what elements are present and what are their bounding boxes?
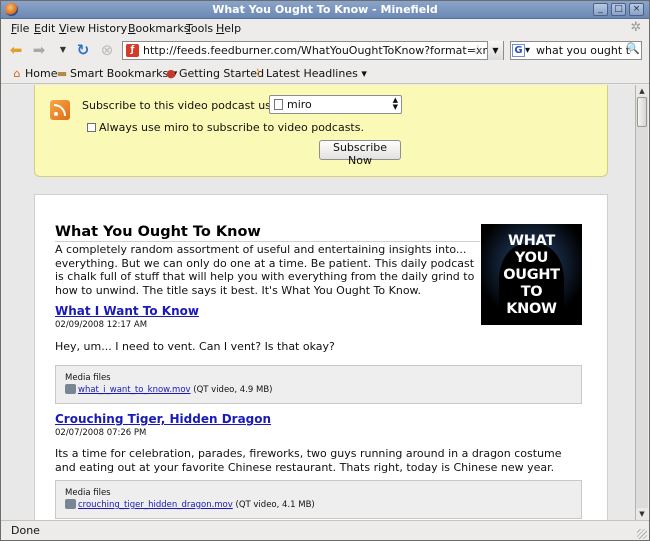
menu-history[interactable]: History <box>88 22 127 35</box>
reload-icon[interactable]: ↻ <box>73 41 93 59</box>
home-icon: ⌂ <box>13 67 21 80</box>
vertical-scrollbar[interactable]: ▲ ▼ <box>635 85 648 520</box>
always-use-checkbox[interactable]: Always use miro to subscribe to video po… <box>87 121 364 134</box>
search-input[interactable] <box>536 43 631 58</box>
checkbox-box[interactable] <box>87 123 96 132</box>
entry-body: Its a time for celebration, parades, fir… <box>55 447 562 474</box>
artwork-line-1: WHAT <box>508 233 555 249</box>
url-dropdown-icon[interactable]: ▼ <box>487 41 503 60</box>
menu-bookmarks[interactable]: Bookmarks <box>128 22 189 35</box>
select-spinner-icon: ▲ ▼ <box>392 96 398 111</box>
media-file-info: (QT video, 4.1 MB) <box>235 500 315 510</box>
resize-grip-icon[interactable] <box>637 529 647 539</box>
status-text: Done <box>11 524 40 537</box>
page-content: Subscribe to this video podcast using mi… <box>2 85 635 520</box>
bookmark-smart-bookmarks[interactable]: ▬ Smart Bookmarks ▾ <box>56 67 177 80</box>
search-engine-selector[interactable]: G ▾ <box>512 43 534 58</box>
media-files-box: Media files crouching_tiger_hidden_drago… <box>55 480 582 519</box>
entry-title-link[interactable]: What I Want To Know <box>55 304 199 318</box>
bookmark-latest-headlines[interactable]: ⌇ Latest Headlines ▾ <box>252 67 367 80</box>
close-button[interactable]: × <box>629 3 644 16</box>
forward-arrow-icon[interactable]: ➡ <box>29 41 49 59</box>
media-file-info: (QT video, 4.9 MB) <box>193 385 273 395</box>
bookmark-star-icon[interactable]: ☆ <box>472 43 484 58</box>
scroll-down-icon[interactable]: ▼ <box>636 508 648 520</box>
feed-description: A completely random assortment of useful… <box>55 243 475 297</box>
podcast-artwork: WHAT YOU OUGHT TO KNOW <box>481 224 582 325</box>
folder-icon: ▬ <box>56 67 68 80</box>
artwork-line-2: YOU <box>514 250 549 266</box>
search-icon[interactable]: 🔍 <box>626 42 640 55</box>
url-text: http://feeds.feedburner.com/WhatYouOught… <box>143 44 497 57</box>
media-files-label: Media files <box>65 373 111 383</box>
artwork-line-3: OUGHT <box>503 267 560 283</box>
media-file-link[interactable]: crouching_tiger_hidden_dragon.mov <box>78 500 233 510</box>
artwork-line-5: KNOW <box>506 301 557 317</box>
media-files-label: Media files <box>65 488 111 498</box>
navigation-toolbar: ⬅ ➡ ▼ ↻ ⊗ ƒ http://feeds.feedburner.com/… <box>1 38 649 62</box>
scroll-up-icon[interactable]: ▲ <box>636 85 648 97</box>
menu-bar: File Edit View History Bookmarks Tools H… <box>1 19 649 38</box>
minimize-button[interactable]: _ <box>593 3 608 16</box>
feed-title-divider <box>55 241 480 242</box>
subscribe-panel: Subscribe to this video podcast using mi… <box>34 85 608 177</box>
document-icon <box>274 99 283 110</box>
reader-select-value: miro <box>287 98 312 111</box>
video-file-icon <box>65 499 76 509</box>
scrollbar-thumb[interactable] <box>637 97 647 127</box>
menu-tools[interactable]: Tools <box>186 22 213 35</box>
bookmarks-toolbar: ⌂ Home ▬ Smart Bookmarks ▾ ● Getting Starte… <box>1 62 649 84</box>
always-use-label: Always use miro to subscribe to video po… <box>99 121 364 134</box>
media-file: what_i_want_to_know.mov (QT video, 4.9 M… <box>65 384 273 395</box>
subscribe-label: Subscribe to this video podcast using <box>82 99 288 112</box>
entry-date: 02/09/2008 12:17 AM <box>55 320 148 330</box>
url-bar[interactable]: ƒ http://feeds.feedburner.com/WhatYouOug… <box>122 41 504 60</box>
throbber-icon: ✲ <box>630 20 642 35</box>
artwork-line-4: TO <box>520 284 543 300</box>
media-file-link[interactable]: what_i_want_to_know.mov <box>78 385 191 395</box>
media-file: crouching_tiger_hidden_dragon.mov (QT vi… <box>65 499 315 510</box>
feed-body: What You Ought To Know A completely rand… <box>34 194 608 520</box>
entry-title-link[interactable]: Crouching Tiger, Hidden Dragon <box>55 412 271 426</box>
menu-help[interactable]: Help <box>216 22 241 35</box>
window-title: What You Ought To Know - Minefield <box>212 3 438 16</box>
menu-file-rest: ile <box>16 22 30 35</box>
rss-icon: ⌇ <box>255 67 261 80</box>
media-files-box: Media files what_i_want_to_know.mov (QT … <box>55 365 582 404</box>
back-arrow-icon[interactable]: ⬅ <box>6 41 26 59</box>
feed-title: What You Ought To Know <box>55 224 261 240</box>
google-icon: G <box>512 44 525 57</box>
status-bar: Done <box>1 520 649 541</box>
feed-rss-icon <box>50 100 70 120</box>
menu-edit[interactable]: Edit <box>34 22 55 35</box>
browser-window: What You Ought To Know - Minefield _ □ ×… <box>0 0 650 541</box>
stop-icon[interactable]: ⊗ <box>97 41 117 59</box>
feed-favicon-icon: ƒ <box>126 44 139 57</box>
bookmark-home[interactable]: ⌂ Home <box>11 67 58 80</box>
video-file-icon <box>65 384 76 394</box>
maximize-button[interactable]: □ <box>611 3 626 16</box>
bookmark-getting-started[interactable]: ● Getting Started <box>165 67 264 80</box>
subscribe-now-button[interactable]: Subscribe Now <box>319 140 401 167</box>
title-bar: What You Ought To Know - Minefield _ □ × <box>1 1 649 19</box>
reader-select[interactable]: miro ▲ ▼ <box>269 95 402 114</box>
entry-date: 02/07/2008 07:26 PM <box>55 428 147 438</box>
menu-view[interactable]: View <box>59 22 85 35</box>
firefox-icon: ● <box>166 67 176 80</box>
menu-file[interactable]: File <box>11 22 29 35</box>
entry-body: Hey, um... I need to vent. Can I vent? I… <box>55 340 335 353</box>
history-dropdown-icon[interactable]: ▼ <box>53 41 73 59</box>
search-bar[interactable]: G▾ 🔍 <box>510 41 642 60</box>
